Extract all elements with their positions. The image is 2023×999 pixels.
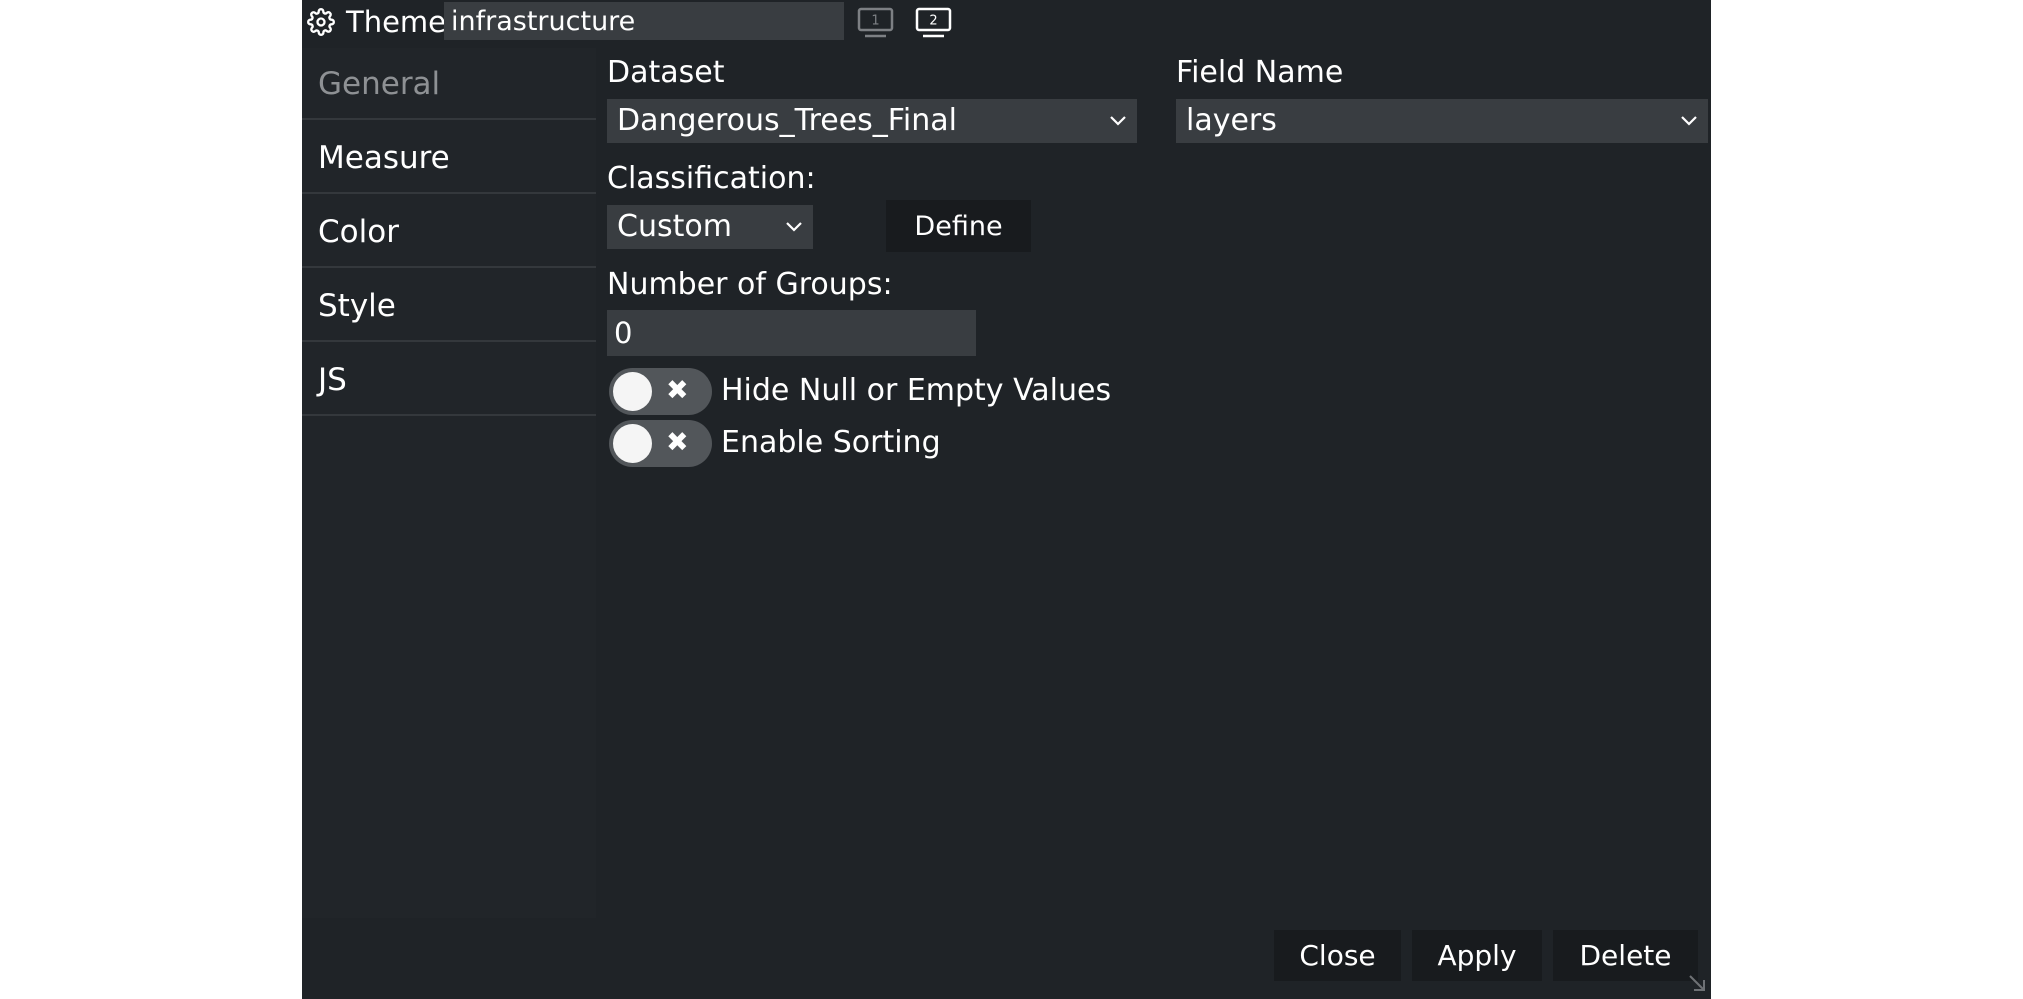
- apply-button[interactable]: Apply: [1412, 930, 1542, 981]
- classification-value: Custom: [617, 209, 732, 244]
- groups-input[interactable]: [607, 310, 976, 356]
- delete-button[interactable]: Delete: [1553, 930, 1698, 981]
- monitor-icon: 1: [857, 7, 894, 38]
- define-button[interactable]: Define: [886, 200, 1031, 252]
- x-icon: ✖: [666, 427, 689, 458]
- dataset-label: Dataset: [607, 55, 725, 90]
- field-name-select[interactable]: layers: [1176, 99, 1708, 143]
- enable-sorting-toggle[interactable]: ✖: [609, 420, 712, 467]
- sidebar-item-measure[interactable]: Measure: [302, 122, 596, 194]
- sidebar-item-general[interactable]: General: [302, 48, 596, 120]
- gear-icon[interactable]: [307, 8, 335, 36]
- sidebar-item-color[interactable]: Color: [302, 196, 596, 268]
- field-name-label: Field Name: [1176, 55, 1344, 90]
- screen-2-label: 2: [929, 14, 937, 29]
- sidebar-item-label: Color: [318, 214, 399, 250]
- screen-2-button[interactable]: 2: [915, 7, 952, 39]
- toggle-knob: [613, 424, 652, 463]
- theme-dialog: Theme 1 2 General Measure Color: [302, 0, 1711, 999]
- dataset-value: Dangerous_Trees_Final: [617, 103, 957, 138]
- sidebar-item-label: JS: [318, 362, 347, 398]
- sidebar-item-label: General: [318, 66, 441, 102]
- chevron-down-icon: [1681, 116, 1697, 126]
- x-icon: ✖: [666, 375, 689, 406]
- sidebar-item-style[interactable]: Style: [302, 270, 596, 342]
- toggle-knob: [613, 372, 652, 411]
- sidebar-item-label: Style: [318, 288, 396, 324]
- sidebar-item-label: Measure: [318, 140, 450, 176]
- theme-label: Theme: [346, 5, 447, 39]
- monitor-icon: 2: [915, 7, 952, 38]
- chevron-down-icon: [786, 222, 802, 232]
- resize-handle-icon[interactable]: [1686, 972, 1708, 994]
- close-button[interactable]: Close: [1274, 930, 1401, 981]
- screen-1-button[interactable]: 1: [857, 7, 894, 39]
- dataset-select[interactable]: Dangerous_Trees_Final: [607, 99, 1137, 143]
- screen-1-label: 1: [871, 14, 879, 29]
- groups-label: Number of Groups:: [607, 267, 893, 302]
- sidebar-item-js[interactable]: JS: [302, 344, 596, 416]
- enable-sorting-label: Enable Sorting: [721, 425, 941, 460]
- theme-name-input[interactable]: [444, 2, 844, 40]
- hide-null-label: Hide Null or Empty Values: [721, 373, 1112, 408]
- chevron-down-icon: [1110, 116, 1126, 126]
- title-bar: Theme 1 2: [302, 0, 1711, 44]
- classification-select[interactable]: Custom: [607, 205, 813, 249]
- hide-null-toggle[interactable]: ✖: [609, 368, 712, 415]
- field-name-value: layers: [1186, 103, 1277, 138]
- classification-label: Classification:: [607, 161, 816, 196]
- sidebar: General Measure Color Style JS: [302, 48, 596, 918]
